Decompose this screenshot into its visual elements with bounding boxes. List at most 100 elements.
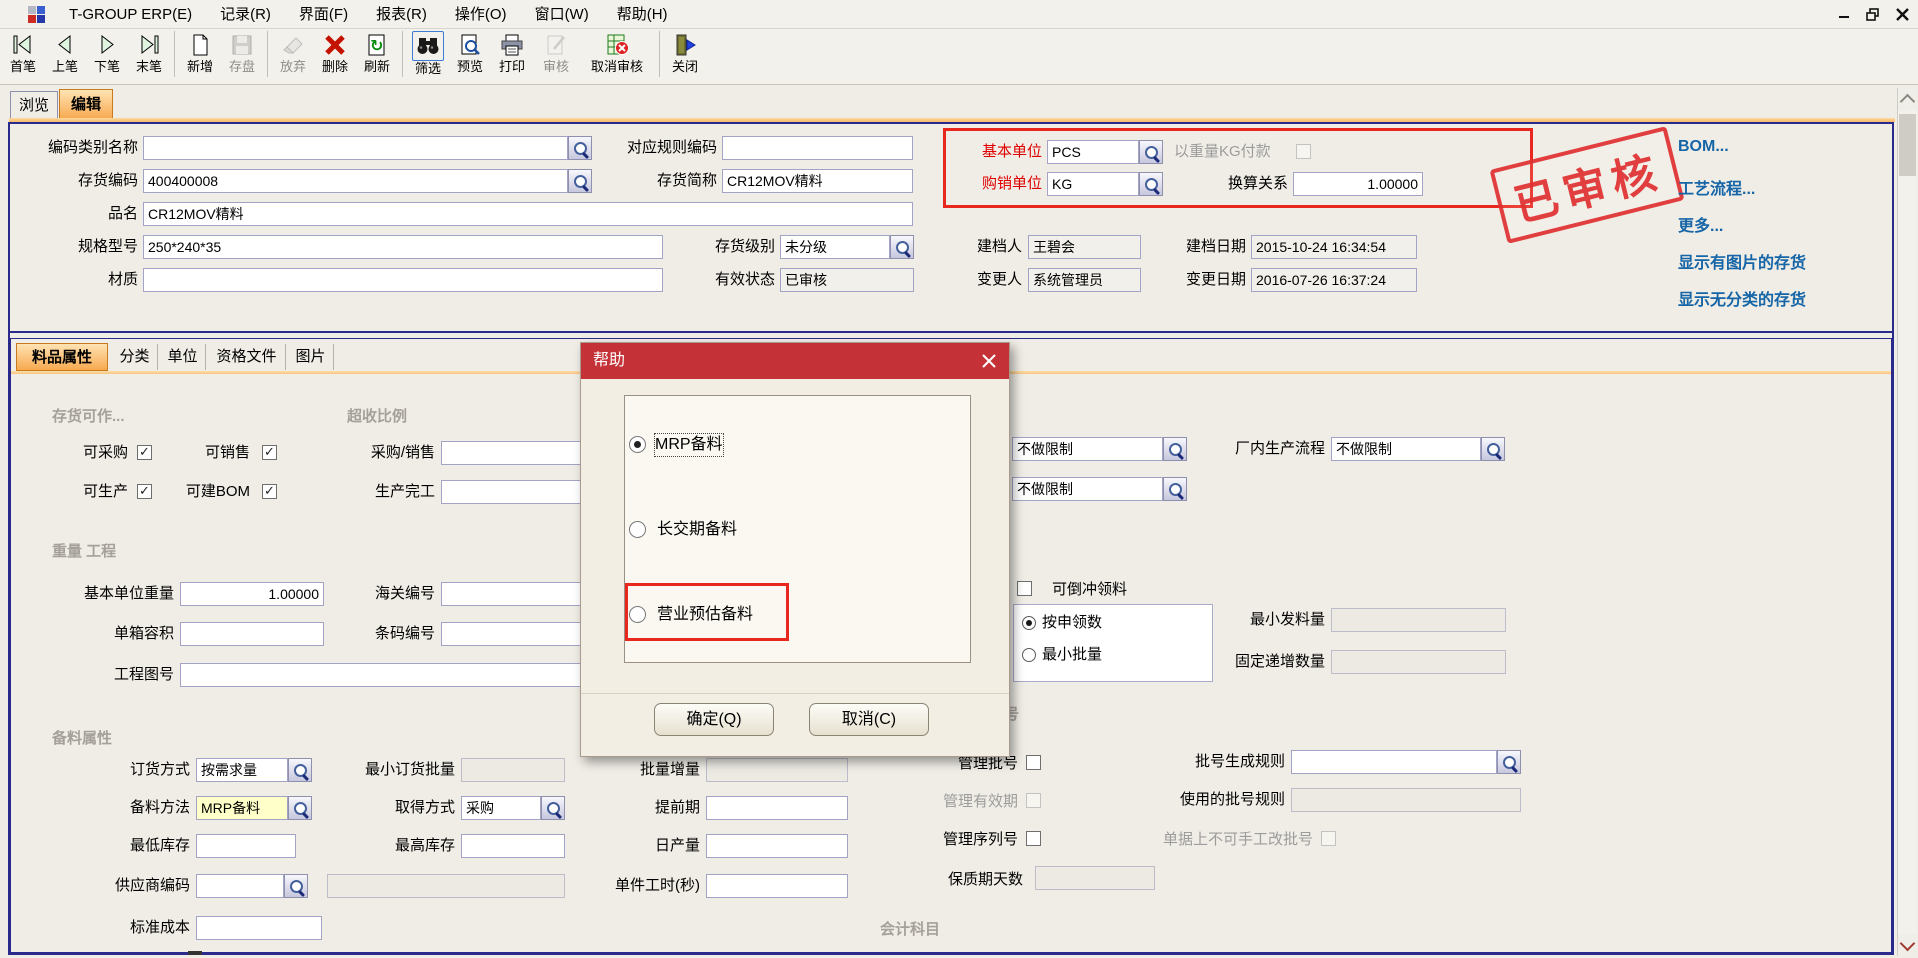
item-abbr-input[interactable]: CR12MOV精料 bbox=[722, 169, 913, 193]
acquire-mode-lookup-button[interactable] bbox=[541, 796, 565, 820]
menu-app[interactable]: T-GROUP ERP(E) bbox=[55, 1, 206, 28]
ok-button[interactable]: 确定(Q) bbox=[654, 703, 774, 736]
acquire-mode-input[interactable]: 采购 bbox=[461, 796, 541, 820]
scroll-up-button[interactable] bbox=[1898, 88, 1917, 110]
toolbar: 首笔 上笔 下笔 末笔 新增 存盘 放弃 删除 bbox=[0, 29, 1918, 85]
exit-door-icon bbox=[670, 31, 700, 59]
batch-rule-input[interactable] bbox=[1291, 750, 1497, 774]
limit1-lookup-button[interactable] bbox=[1163, 437, 1187, 461]
restore-icon[interactable] bbox=[1862, 4, 1884, 24]
tab-category[interactable]: 分类 bbox=[112, 344, 158, 370]
prep-method-input[interactable]: MRP备料 bbox=[196, 796, 288, 820]
factory-flow-lookup-button[interactable] bbox=[1481, 437, 1505, 461]
bom-link[interactable]: BOM... bbox=[1678, 138, 1729, 156]
option-forecast-radio[interactable] bbox=[629, 606, 646, 623]
scroll-thumb[interactable] bbox=[1899, 114, 1916, 176]
producible-checkbox[interactable]: ✓ bbox=[137, 484, 152, 499]
menu-record[interactable]: 记录(R) bbox=[206, 1, 285, 28]
trade-unit-input[interactable]: KG bbox=[1047, 172, 1139, 196]
next-record-button[interactable]: 下笔 bbox=[86, 31, 128, 74]
preview-button[interactable]: 预览 bbox=[449, 31, 491, 74]
bom-allowed-checkbox[interactable]: ✓ bbox=[262, 484, 277, 499]
min-batch-radio[interactable] bbox=[1022, 648, 1036, 662]
tab-item-properties[interactable]: 料品属性 bbox=[16, 343, 108, 371]
filter-button[interactable]: 筛选 bbox=[407, 31, 449, 76]
factory-flow-input[interactable]: 不做限制 bbox=[1331, 437, 1481, 461]
by-request-radio[interactable] bbox=[1022, 616, 1036, 630]
manage-batch-checkbox[interactable] bbox=[1026, 755, 1041, 770]
base-weight-input[interactable]: 1.00000 bbox=[180, 582, 324, 606]
close-app-button[interactable]: 关闭 bbox=[664, 31, 706, 74]
tab-qualification[interactable]: 资格文件 bbox=[208, 344, 286, 370]
backflush-checkbox[interactable] bbox=[1017, 581, 1032, 596]
tab-unit[interactable]: 单位 bbox=[160, 344, 206, 370]
first-record-button[interactable]: 首笔 bbox=[2, 31, 44, 74]
delete-button[interactable]: 删除 bbox=[314, 31, 356, 74]
std-cost-input[interactable] bbox=[196, 916, 322, 940]
show-uncategorized-link[interactable]: 显示无分类的存货 bbox=[1678, 286, 1806, 310]
option-forecast-label[interactable]: 营业预估备料 bbox=[657, 604, 753, 626]
max-stock-input[interactable] bbox=[461, 834, 565, 858]
menu-operation[interactable]: 操作(O) bbox=[441, 1, 521, 28]
last-record-button[interactable]: 末笔 bbox=[128, 31, 170, 74]
cancel-audit-button[interactable]: 取消审核 bbox=[579, 31, 655, 74]
tab-edit[interactable]: 编辑 bbox=[59, 89, 113, 119]
unit-hours-input[interactable] bbox=[706, 874, 848, 898]
more-link[interactable]: 更多... bbox=[1678, 212, 1723, 236]
option-mrp-radio[interactable] bbox=[629, 436, 646, 453]
min-stock-input[interactable] bbox=[196, 834, 296, 858]
material-input[interactable] bbox=[143, 268, 663, 292]
option-mrp-label[interactable]: MRP备料 bbox=[655, 434, 723, 456]
lead-time-input[interactable] bbox=[706, 796, 848, 820]
manage-serial-checkbox[interactable] bbox=[1026, 831, 1041, 846]
prep-method-lookup-button[interactable] bbox=[288, 796, 312, 820]
supplier-code-input[interactable] bbox=[196, 874, 284, 898]
menu-interface[interactable]: 界面(F) bbox=[285, 1, 362, 28]
preview-icon bbox=[455, 31, 485, 59]
supplier-code-lookup-button[interactable] bbox=[284, 874, 308, 898]
order-mode-lookup-button[interactable] bbox=[288, 758, 312, 782]
item-level-input[interactable]: 未分级 bbox=[780, 235, 890, 259]
item-name-input[interactable]: CR12MOV精料 bbox=[143, 202, 913, 226]
print-button[interactable]: 打印 bbox=[491, 31, 533, 74]
process-flow-link[interactable]: 工艺流程... bbox=[1678, 175, 1755, 199]
limit2-input[interactable]: 不做限制 bbox=[1012, 477, 1163, 501]
close-icon[interactable] bbox=[1891, 4, 1913, 24]
sellable-checkbox[interactable]: ✓ bbox=[262, 445, 277, 460]
prev-record-button[interactable]: 上笔 bbox=[44, 31, 86, 74]
base-unit-lookup-button[interactable] bbox=[1139, 140, 1163, 164]
rule-code-input[interactable] bbox=[722, 136, 913, 160]
menu-help[interactable]: 帮助(H) bbox=[603, 1, 682, 28]
option-long-lead-radio[interactable] bbox=[629, 521, 646, 538]
code-category-lookup-button[interactable] bbox=[568, 136, 592, 160]
code-category-input[interactable] bbox=[143, 136, 568, 160]
menu-window[interactable]: 窗口(W) bbox=[521, 1, 603, 28]
vertical-scrollbar[interactable] bbox=[1897, 88, 1917, 956]
daily-output-input[interactable] bbox=[706, 834, 848, 858]
option-long-lead-label[interactable]: 长交期备料 bbox=[657, 519, 737, 541]
status-label: 有效状态 bbox=[675, 268, 775, 292]
spec-input[interactable]: 250*240*35 bbox=[143, 235, 663, 259]
new-button[interactable]: 新增 bbox=[179, 31, 221, 74]
minimize-icon[interactable] bbox=[1833, 4, 1855, 24]
base-unit-input[interactable]: PCS bbox=[1047, 140, 1139, 164]
item-level-lookup-button[interactable] bbox=[890, 235, 914, 259]
trade-unit-lookup-button[interactable] bbox=[1139, 172, 1163, 196]
show-with-images-link[interactable]: 显示有图片的存货 bbox=[1678, 249, 1806, 273]
dialog-close-button[interactable] bbox=[979, 351, 999, 371]
cancel-button[interactable]: 取消(C) bbox=[809, 703, 929, 736]
conversion-input[interactable]: 1.00000 bbox=[1293, 172, 1423, 196]
order-mode-input[interactable]: 按需求量 bbox=[196, 758, 288, 782]
item-code-input[interactable]: 400400008 bbox=[143, 169, 568, 193]
purchasable-checkbox[interactable]: ✓ bbox=[137, 445, 152, 460]
scroll-down-button[interactable] bbox=[1898, 934, 1917, 956]
limit2-lookup-button[interactable] bbox=[1163, 477, 1187, 501]
tab-browse[interactable]: 浏览 bbox=[10, 91, 58, 118]
tab-image[interactable]: 图片 bbox=[288, 344, 334, 370]
batch-rule-lookup-button[interactable] bbox=[1497, 750, 1521, 774]
item-code-lookup-button[interactable] bbox=[568, 169, 592, 193]
box-volume-input[interactable] bbox=[180, 622, 324, 646]
menu-report[interactable]: 报表(R) bbox=[362, 1, 441, 28]
refresh-button[interactable]: ↻ 刷新 bbox=[356, 31, 398, 74]
limit1-input[interactable]: 不做限制 bbox=[1012, 437, 1163, 461]
